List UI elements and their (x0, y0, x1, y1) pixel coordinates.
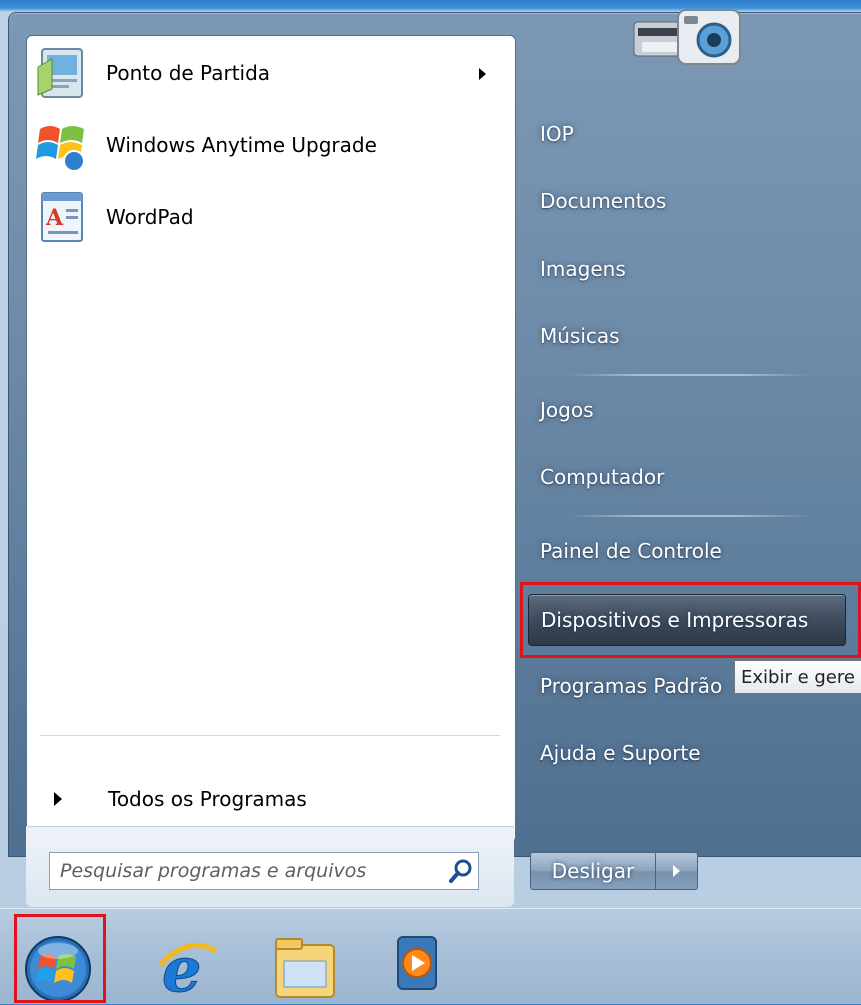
windows-explorer-icon[interactable] (272, 931, 338, 1001)
shutdown-button[interactable]: Desligar (530, 852, 656, 890)
program-item-ponto-de-partida[interactable]: Ponto de Partida (32, 40, 502, 106)
place-painel-de-controle[interactable]: Painel de Controle (528, 527, 848, 575)
search-icon[interactable] (444, 854, 478, 888)
place-documentos[interactable]: Documentos (528, 177, 848, 225)
getting-started-icon (34, 45, 90, 101)
shutdown-group: Desligar (530, 852, 698, 890)
place-iop[interactable]: IOP (528, 110, 848, 158)
place-label: Painel de Controle (540, 539, 722, 563)
search-input[interactable] (60, 860, 444, 882)
place-label: IOP (540, 122, 574, 146)
program-label: Windows Anytime Upgrade (106, 133, 377, 157)
submenu-arrow-icon (479, 68, 486, 80)
place-label: Computador (540, 465, 665, 489)
all-programs-button[interactable]: Todos os Programas (32, 778, 502, 820)
internet-explorer-icon[interactable]: e (156, 931, 220, 1005)
devices-printers-user-icon (628, 0, 748, 78)
program-item-windows-anytime-upgrade[interactable]: Windows Anytime Upgrade (32, 112, 502, 178)
search-box[interactable] (49, 852, 479, 890)
wordpad-icon: A (34, 189, 90, 245)
media-player-icon[interactable] (396, 933, 438, 993)
all-programs-label: Todos os Programas (108, 787, 307, 811)
start-orb-icon[interactable] (22, 929, 94, 1002)
place-ajuda-e-suporte[interactable]: Ajuda e Suporte (528, 729, 848, 777)
place-jogos[interactable]: Jogos (528, 386, 848, 434)
taskbar: e (0, 908, 861, 1005)
place-imagens[interactable]: Imagens (528, 245, 848, 293)
place-label: Ajuda e Suporte (540, 741, 701, 765)
arrow-right-icon (54, 792, 62, 806)
shutdown-options-button[interactable] (656, 852, 698, 890)
tooltip: Exibir e gere (734, 660, 861, 694)
place-label: Documentos (540, 189, 667, 213)
places-separator (568, 515, 812, 517)
programs-separator (40, 735, 500, 736)
windows-flag-icon (34, 117, 90, 173)
place-label: Jogos (540, 398, 594, 422)
program-item-wordpad[interactable]: A WordPad (32, 184, 502, 250)
svg-text:A: A (45, 205, 64, 231)
place-musicas[interactable]: Músicas (528, 312, 848, 360)
place-label: Músicas (540, 324, 620, 348)
program-label: Ponto de Partida (106, 61, 271, 85)
place-label: Dispositivos e Impressoras (541, 608, 809, 632)
place-dispositivos-e-impressoras[interactable]: Dispositivos e Impressoras (528, 594, 846, 646)
place-label: Programas Padrão (540, 674, 723, 698)
place-computador[interactable]: Computador (528, 453, 848, 501)
tooltip-text: Exibir e gere (741, 666, 855, 688)
arrow-right-icon (673, 865, 680, 877)
program-label: WordPad (106, 205, 194, 229)
place-label: Imagens (540, 257, 626, 281)
places-separator (568, 374, 812, 376)
